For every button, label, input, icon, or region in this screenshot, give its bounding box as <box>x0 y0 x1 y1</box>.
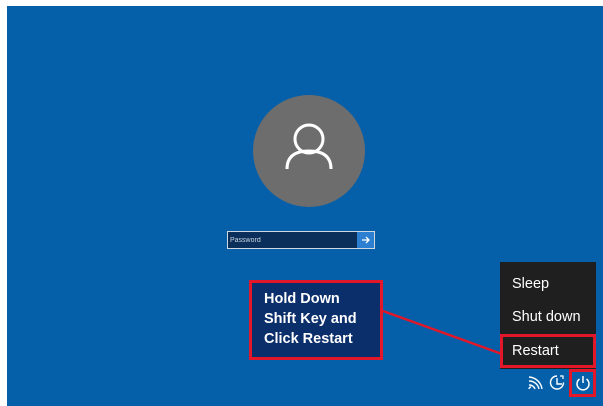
callout-line-2: Shift Key and <box>264 311 357 327</box>
ease-of-access-icon[interactable] <box>548 374 566 392</box>
instruction-callout: Hold Down Shift Key and Click Restart <box>249 280 383 360</box>
menu-item-restart[interactable]: Restart <box>500 334 596 368</box>
power-icon[interactable] <box>574 374 592 392</box>
callout-line-3: Click Restart <box>264 331 353 347</box>
menu-item-sleep[interactable]: Sleep <box>500 267 596 301</box>
network-icon[interactable] <box>527 375 543 391</box>
menu-item-shut-down[interactable]: Shut down <box>500 300 596 334</box>
power-menu: Sleep Shut down Restart <box>500 262 596 369</box>
callout-line-1: Hold Down <box>264 291 340 307</box>
